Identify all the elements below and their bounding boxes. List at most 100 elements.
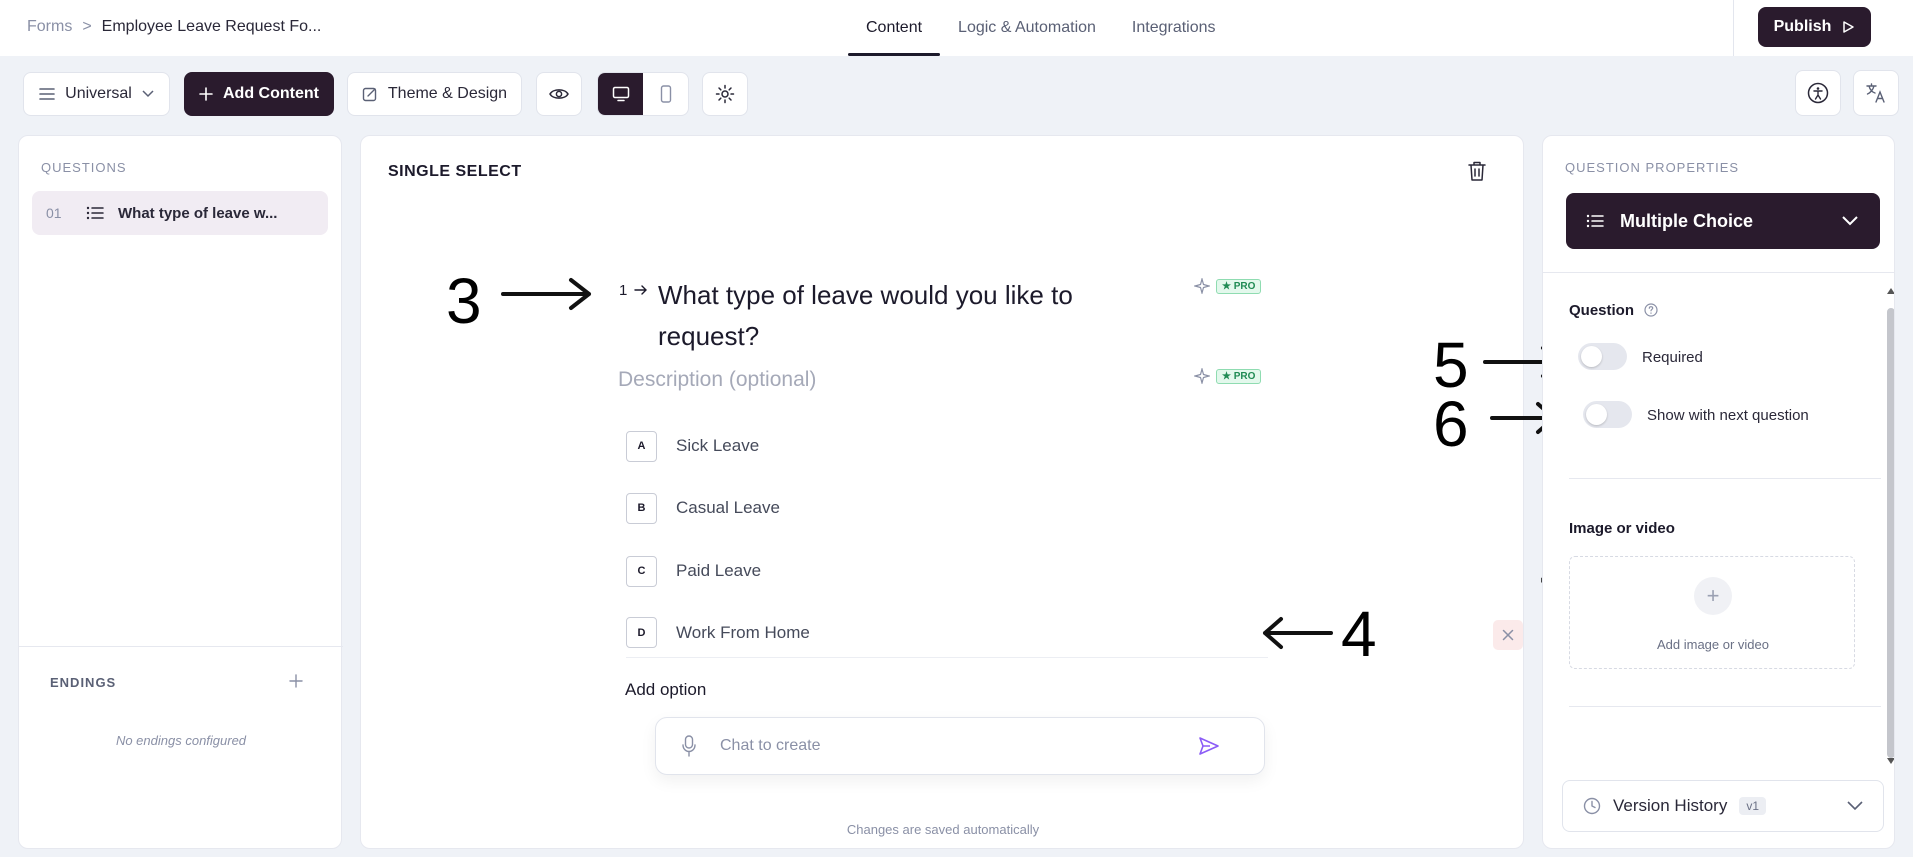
tab-integrations[interactable]: Integrations [1114,0,1234,56]
help-icon[interactable] [1644,303,1658,317]
remove-option-button[interactable] [1493,620,1523,650]
option-c[interactable]: C Paid Leave [626,546,1268,596]
version-history-button[interactable]: Version History v1 [1562,780,1884,832]
show-with-next-toggle[interactable] [1583,401,1632,428]
add-media-dropzone[interactable]: + Add image or video [1569,556,1855,669]
close-icon [1502,629,1514,641]
annotation-arrow-left-icon [1263,617,1333,649]
question-title-input[interactable]: What type of leave would you like to req… [658,275,1098,357]
chat-input[interactable] [720,737,1190,755]
eye-icon [549,89,569,99]
question-section-label: Question [1569,302,1635,319]
desktop-icon [612,86,629,102]
tab-content[interactable]: Content [848,0,941,56]
properties-scrollbar[interactable] [1886,286,1895,766]
question-number: 01 [46,205,62,221]
option-key: D [626,617,657,648]
endings-divider [19,646,343,647]
tab-logic-automation[interactable]: Logic & Automation [940,0,1114,56]
gear-icon [715,84,735,104]
add-ending-icon[interactable] [289,674,303,688]
arrow-right-icon [634,285,647,295]
question-type-heading: SINGLE SELECT [388,163,522,180]
chevron-down-icon [142,90,154,98]
annotation-arrow-right-icon [501,278,591,310]
editor-panel: SINGLE SELECT 3 1 What type of leave wou… [360,135,1524,849]
show-with-next-label: Show with next question [1647,407,1809,424]
scroll-up-icon[interactable] [1886,286,1895,296]
option-label[interactable]: Paid Leave [676,561,761,581]
question-type-label: Multiple Choice [1620,210,1754,231]
publish-label: Publish [1773,18,1832,35]
question-properties-panel: QUESTION PROPERTIES Multiple Choice Ques… [1542,135,1895,849]
ai-rewrite-title[interactable]: ★ PRO [1194,278,1262,294]
option-d[interactable]: D Work From Home [626,608,1523,658]
theme-design-button[interactable]: Theme & Design [347,72,522,116]
properties-divider [1543,272,1894,273]
option-key: B [626,492,657,524]
version-badge: v1 [1739,797,1767,815]
clock-icon [1583,797,1601,815]
scroll-down-icon[interactable] [1886,756,1895,766]
translate-icon [1866,83,1885,103]
theme-design-label: Theme & Design [387,85,508,102]
mobile-icon [660,85,671,103]
plus-icon [199,87,213,101]
question-list-item[interactable]: 01 What type of leave w... [32,191,328,235]
add-content-label: Add Content [223,85,319,102]
desktop-view-button[interactable] [598,73,643,115]
settings-button[interactable] [702,72,748,116]
top-bar: Forms > Employee Leave Request Fo... Con… [0,0,1913,56]
option-a[interactable]: A Sick Leave [626,421,1268,471]
section-divider [1569,478,1881,479]
device-toggle [597,72,689,116]
breadcrumb-current-form: Employee Leave Request Fo... [101,18,322,35]
ai-rewrite-description[interactable]: ★ PRO [1194,368,1262,384]
endings-heading: ENDINGS [50,675,117,690]
option-label[interactable]: Casual Leave [676,498,780,518]
list-icon [86,206,104,220]
translate-button[interactable] [1853,70,1899,116]
version-history-label: Version History [1613,796,1728,815]
sparkle-icon [1194,368,1210,384]
plus-icon: + [1694,577,1732,615]
questions-panel: QUESTIONS 01 What type of leave w... END… [18,135,343,849]
question-number-label: 1 [619,282,628,299]
autosave-status: Changes are saved automatically [846,822,1040,837]
mobile-view-button[interactable] [643,73,688,115]
required-label: Required [1642,349,1703,366]
chevron-down-icon [1847,801,1863,811]
breadcrumb-forms-link[interactable]: Forms [27,18,72,36]
accessibility-button[interactable] [1795,70,1841,116]
chat-to-create-box [655,717,1265,775]
question-type-dropdown[interactable]: Multiple Choice [1566,193,1880,249]
add-content-button[interactable]: Add Content [184,72,334,116]
description-input[interactable]: Description (optional) [618,368,816,392]
annotation-4: 4 [1341,598,1377,670]
send-icon[interactable] [1198,736,1220,756]
pro-badge: ★ PRO [1216,368,1262,384]
option-b[interactable]: B Casual Leave [626,483,1268,533]
question-section-heading: Question [1569,302,1658,319]
add-media-label: Add image or video [1656,637,1769,652]
option-label[interactable]: Sick Leave [676,436,759,456]
play-icon [1843,21,1855,33]
main-tabs: Content Logic & Automation Integrations [848,0,1234,56]
option-key: C [626,555,657,587]
add-option-button[interactable]: Add option [625,680,706,700]
pro-badge: ★ PRO [1216,278,1262,294]
language-select[interactable]: Universal [23,72,170,116]
paint-brush-icon [362,87,377,102]
scroll-thumb[interactable] [1887,308,1894,758]
breadcrumb: Forms > Employee Leave Request Fo... [27,18,321,36]
trash-icon[interactable] [1467,160,1487,182]
annotation-6: 6 [1433,388,1469,460]
preview-button[interactable] [536,72,582,116]
no-endings-message: No endings configured [115,733,247,748]
option-label[interactable]: Work From Home [676,623,810,643]
required-toggle[interactable] [1578,343,1627,370]
menu-icon [39,88,55,100]
microphone-icon[interactable] [682,735,696,757]
breadcrumb-separator: > [82,18,92,35]
publish-button[interactable]: Publish [1758,7,1871,47]
